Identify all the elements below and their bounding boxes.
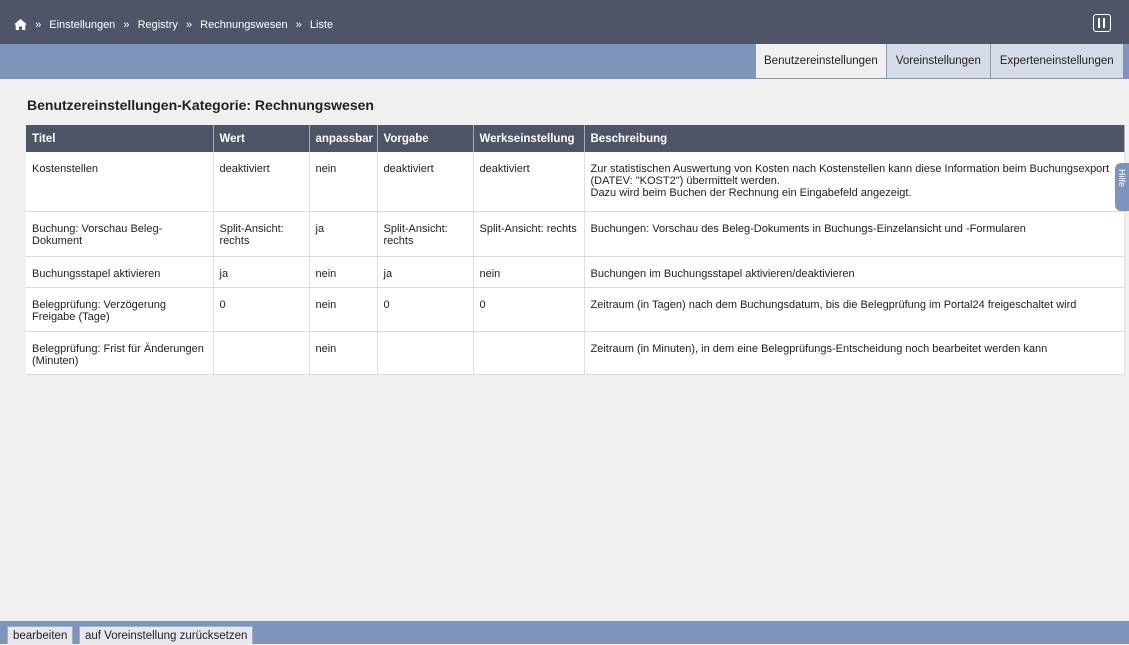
cell-anpassbar: nein: [309, 287, 378, 332]
table-row[interactable]: Belegprüfung: Verzögerung Freigabe (Tage…: [26, 287, 1125, 332]
cell-beschreibung: Zeitraum (in Minuten), in dem eine Beleg…: [584, 331, 1125, 375]
help-side-tab-label: Hilfe: [1117, 169, 1127, 188]
table-row[interactable]: Buchungsstapel aktivieren ja nein ja nei…: [26, 256, 1125, 288]
cell-beschreibung: Buchungen: Vorschau des Beleg-Dokuments …: [584, 211, 1125, 257]
breadcrumb: » Einstellungen » Registry » Rechnungswe…: [14, 19, 333, 33]
cell-beschreibung: Zur statistischen Auswertung von Kosten …: [584, 152, 1125, 212]
cell-titel: Belegprüfung: Frist für Änderungen (Minu…: [26, 331, 214, 375]
cell-vorgabe: Split-Ansicht: rechts: [377, 211, 474, 257]
cell-anpassbar: nein: [309, 152, 378, 212]
page-title: Benutzereinstellungen-Kategorie: Rechnun…: [27, 97, 374, 113]
tab-bar: Benutzereinstellungen Voreinstellungen E…: [0, 44, 1129, 79]
cell-wert: Split-Ansicht: rechts: [213, 211, 310, 257]
column-header-beschreibung[interactable]: Beschreibung: [584, 125, 1125, 152]
column-header-anpassbar[interactable]: anpassbar: [309, 125, 378, 152]
cell-vorgabe: deaktiviert: [377, 152, 474, 212]
breadcrumb-item-liste: Liste: [309, 19, 334, 31]
breadcrumb-separator: »: [123, 19, 130, 31]
cell-vorgabe: 0: [377, 287, 474, 332]
breadcrumb-separator: »: [295, 19, 302, 31]
breadcrumb-item-einstellungen[interactable]: Einstellungen: [49, 19, 115, 31]
tab-experteneinstellungen[interactable]: Experteneinstellungen: [989, 44, 1123, 78]
cell-titel: Belegprüfung: Verzögerung Freigabe (Tage…: [26, 287, 214, 332]
cell-anpassbar: ja: [309, 211, 378, 257]
cell-werkseinstellung: 0: [473, 287, 585, 332]
cell-werkseinstellung: nein: [473, 256, 585, 288]
help-side-tab[interactable]: Hilfe: [1115, 163, 1129, 211]
breadcrumb-separator: »: [35, 19, 42, 31]
breadcrumb-separator: »: [185, 19, 193, 31]
table-row[interactable]: Buchung: Vorschau Beleg-Dokument Split-A…: [26, 211, 1125, 257]
column-header-vorgabe[interactable]: Vorgabe: [377, 125, 474, 152]
cell-titel: Buchungsstapel aktivieren: [26, 256, 214, 288]
column-header-wert[interactable]: Wert: [213, 125, 310, 152]
breadcrumb-item-registry[interactable]: Registry: [138, 19, 178, 31]
cell-wert: 0: [213, 287, 310, 332]
cell-beschreibung: Zeitraum (in Tagen) nach dem Buchungsdat…: [584, 287, 1125, 332]
tab-voreinstellungen[interactable]: Voreinstellungen: [885, 44, 990, 78]
cell-anpassbar: nein: [309, 256, 378, 288]
column-header-titel[interactable]: Titel: [26, 125, 214, 152]
table-header-row: Titel Wert anpassbar Vorgabe Werkseinste…: [26, 125, 1125, 152]
tab-benutzereinstellungen[interactable]: Benutzereinstellungen: [755, 44, 886, 78]
cell-titel: Buchung: Vorschau Beleg-Dokument: [26, 211, 214, 257]
cell-titel: Kostenstellen: [26, 152, 214, 212]
table-row[interactable]: Kostenstellen deaktiviert nein deaktivie…: [26, 152, 1125, 212]
settings-table: Titel Wert anpassbar Vorgabe Werkseinste…: [26, 125, 1125, 375]
cell-beschreibung: Buchungen im Buchungsstapel aktivieren/d…: [584, 256, 1125, 288]
cell-wert: [213, 331, 310, 375]
cell-werkseinstellung: Split-Ansicht: rechts: [473, 211, 585, 257]
table-row[interactable]: Belegprüfung: Frist für Änderungen (Minu…: [26, 331, 1125, 375]
top-bar: » Einstellungen » Registry » Rechnungswe…: [0, 0, 1129, 44]
panel-toggle-icon[interactable]: [1093, 14, 1111, 32]
edit-button[interactable]: bearbeiten: [7, 626, 74, 644]
cell-werkseinstellung: [473, 331, 585, 375]
column-header-werkseinstellung[interactable]: Werkseinstellung: [473, 125, 585, 152]
bottom-action-bar: bearbeiten auf Voreinstellung zurücksetz…: [0, 621, 1129, 644]
breadcrumb-item-rechnungswesen[interactable]: Rechnungswesen: [200, 19, 287, 31]
cell-anpassbar: nein: [309, 331, 378, 375]
cell-wert: ja: [213, 256, 310, 288]
cell-wert: deaktiviert: [213, 152, 310, 212]
cell-werkseinstellung: deaktiviert: [473, 152, 585, 212]
home-icon[interactable]: [14, 19, 27, 33]
cell-vorgabe: [377, 331, 474, 375]
reset-to-default-button[interactable]: auf Voreinstellung zurücksetzen: [79, 626, 254, 644]
cell-vorgabe: ja: [377, 256, 474, 288]
